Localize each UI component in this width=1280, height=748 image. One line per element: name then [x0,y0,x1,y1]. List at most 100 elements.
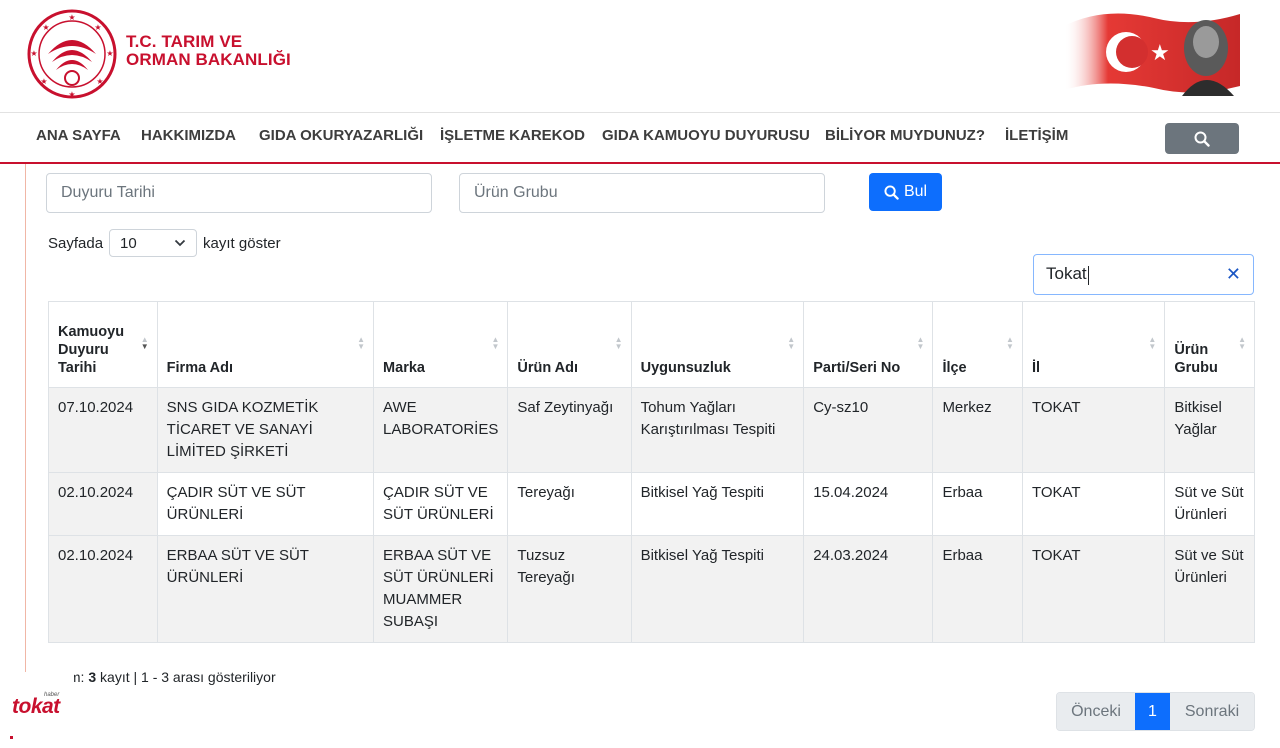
cell-batch: Cy-sz10 [803,387,934,473]
product-group-input[interactable]: Ürün Grubu [459,173,825,213]
column-header-district[interactable]: İlçe ▲ ▼ [932,301,1023,388]
pagination: Önceki 1 Sonraki [1056,692,1255,731]
cell-batch: 15.04.2024 [803,472,934,536]
table-row: 02.10.2024 ÇADIR SÜT VE SÜT ÜRÜNLERİ ÇAD… [48,472,1255,536]
content-frame-border [25,164,26,748]
svg-text:★: ★ [96,77,103,86]
column-header-label: Ürün Grubu [1174,342,1218,376]
page-length-value: 10 [120,234,137,252]
watermark-dot [10,736,13,739]
watermark-logo: tokat [12,695,60,718]
table-header-row: Kamuoyu Duyuru Tarihi ▲ ▼ Firma Adı ▲ ▼ Mark… [48,301,1255,388]
sort-icon: ▲ ▼ [614,335,623,351]
cell-date: 02.10.2024 [48,472,158,536]
page-length-control: Sayfada 10 kayıt göster [48,229,281,257]
ministry-logo[interactable]: ★ ★ ★ ★ ★ ★ ★ ★ [26,8,118,100]
ministry-name-line1: T.C. TARIM VE [126,32,243,51]
table-search-input[interactable]: Tokat ✕ [1033,254,1254,295]
site-header: ★ ★ ★ ★ ★ ★ ★ ★ T.C. TARIM VE ORMAN BAKA… [0,0,1280,112]
cell-nonconformity: Bitkisel Yağ Tespiti [630,535,805,643]
nav-item-gida-kamuoyu-duyurusu[interactable]: GIDA KAMUOYU DUYURUSU [602,127,810,144]
clear-search-icon[interactable]: ✕ [1226,264,1241,285]
column-header-label: İl [1031,360,1041,376]
sort-icon: ▲ ▼ [787,335,796,351]
svg-text:★: ★ [1150,40,1170,65]
column-header-product-group[interactable]: Ürün Grubu ▲ ▼ [1164,301,1255,388]
chevron-down-icon [174,239,186,247]
column-header-label: Uygunsuzluk [640,360,731,376]
page-length-prefix: Sayfada [48,234,104,252]
search-icon [884,184,899,200]
cell-brand: ERBAA SÜT VE SÜT ÜRÜNLERİ MUAMMER SUBAŞI [373,535,509,643]
page-length-select[interactable]: 10 [109,229,198,257]
sort-icon: ▲ ▼ [1006,335,1014,351]
cell-product-group: Süt ve Süt Ürünleri [1164,472,1255,536]
cell-product-group: Süt ve Süt Ürünleri [1164,535,1255,643]
column-header-province[interactable]: İl ▲ ▼ [1021,301,1166,388]
column-header-label: Parti/Seri No [813,360,901,376]
sort-icon: ▲ ▼ [1148,335,1157,351]
nav-item-isletme-karekod[interactable]: İŞLETME KAREKOD [440,127,585,144]
nav-item-ana-sayfa[interactable]: ANA SAYFA [36,127,121,144]
nav-search-button[interactable] [1165,123,1239,154]
column-header-nonconformity[interactable]: Uygunsuzluk ▲ ▼ [630,301,805,388]
pagination-next[interactable]: Sonraki [1170,693,1254,730]
ministry-name[interactable]: T.C. TARIM VE ORMAN BAKANLIĞI [126,33,291,69]
cell-brand: ÇADIR SÜT VE SÜT ÜRÜNLERİ [373,472,509,536]
cell-company: ÇADIR SÜT VE SÜT ÜRÜNLERİ [156,472,375,536]
column-header-label: Marka [383,360,425,376]
column-header-company[interactable]: Firma Adı ▲ ▼ [156,301,375,388]
column-header-brand[interactable]: Marka ▲ ▼ [373,301,509,388]
column-header-batch[interactable]: Parti/Seri No ▲ ▼ [803,301,934,388]
cell-province: TOKAT [1021,387,1166,473]
table-row: 07.10.2024 SNS GIDA KOZMETİK TİCARET VE … [48,387,1255,473]
find-button[interactable]: Bul [869,173,942,211]
column-header-label: Firma Adı [166,360,234,376]
main-navigation: ANA SAYFA HAKKIMIZDA GIDA OKURYAZARLIĞI … [0,112,1280,164]
ministry-name-line2: ORMAN BAKANLIĞI [126,50,291,69]
cell-province: TOKAT [1021,472,1166,536]
cell-company: SNS GIDA KOZMETİK TİCARET VE SANAYİ LİMİ… [156,387,375,473]
nav-item-hakkimizda[interactable]: HAKKIMIZDA [141,127,236,144]
sort-icon: ▲ ▼ [357,335,366,351]
cell-district: Erbaa [932,472,1023,536]
cell-province: TOKAT [1021,535,1166,643]
table-info-count: 3 [88,669,97,685]
cell-product: Tuzsuz Tereyağı [507,535,632,643]
page-length-suffix: kayıt göster [203,234,281,252]
sort-icon: ▲ ▼ [1238,335,1246,351]
table-row: 02.10.2024 ERBAA SÜT VE SÜT ÜRÜNLERİ ERB… [48,535,1255,643]
cell-brand: AWE LABORATORİES [373,387,509,473]
table-search-value: Tokat [1046,264,1087,284]
cell-batch: 24.03.2024 [803,535,934,643]
find-button-label: Bul [903,183,928,200]
announcements-table: Kamuoyu Duyuru Tarihi ▲ ▼ Firma Adı ▲ ▼ Mark… [48,301,1255,643]
svg-text:★: ★ [42,23,49,32]
sort-icon: ▲ ▼ [491,335,500,351]
text-cursor [1087,265,1089,285]
pagination-previous[interactable]: Önceki [1057,693,1135,730]
column-header-date[interactable]: Kamuoyu Duyuru Tarihi ▲ ▼ [48,301,158,388]
cell-nonconformity: Tohum Yağları Karıştırılması Tespiti [630,387,805,473]
nav-item-gida-okuryazarligi[interactable]: GIDA OKURYAZARLIĞI [259,127,423,144]
nav-item-iletisim[interactable]: İLETİŞİM [1005,127,1068,144]
cell-district: Merkez [932,387,1023,473]
column-header-label: Kamuoyu Duyuru Tarihi [58,324,125,376]
svg-text:★: ★ [40,77,47,86]
sort-icon: ▲ ▼ [916,335,925,351]
sort-icon: ▲ ▼ [140,335,149,351]
column-header-label: Ürün Adı [517,360,579,376]
column-header-product[interactable]: Ürün Adı ▲ ▼ [507,301,632,388]
pagination-page-1[interactable]: 1 [1135,693,1170,730]
svg-text:★: ★ [68,90,75,99]
cell-product: Saf Zeytinyağı [507,387,632,473]
svg-text:★: ★ [94,23,101,32]
table-info: lam: 3 kayıt | 1 - 3 arası gösteriliyor [48,669,276,685]
cell-date: 07.10.2024 [48,387,158,473]
cell-product: Tereyağı [507,472,632,536]
flag-portrait-image: ★ [1064,13,1240,96]
nav-item-biliyor-muydunuz[interactable]: BİLİYOR MUYDUNUZ? [825,127,985,144]
cell-company: ERBAA SÜT VE SÜT ÜRÜNLERİ [156,535,375,643]
announcement-date-input[interactable]: Duyuru Tarihi [46,173,432,213]
svg-text:★: ★ [68,13,75,22]
